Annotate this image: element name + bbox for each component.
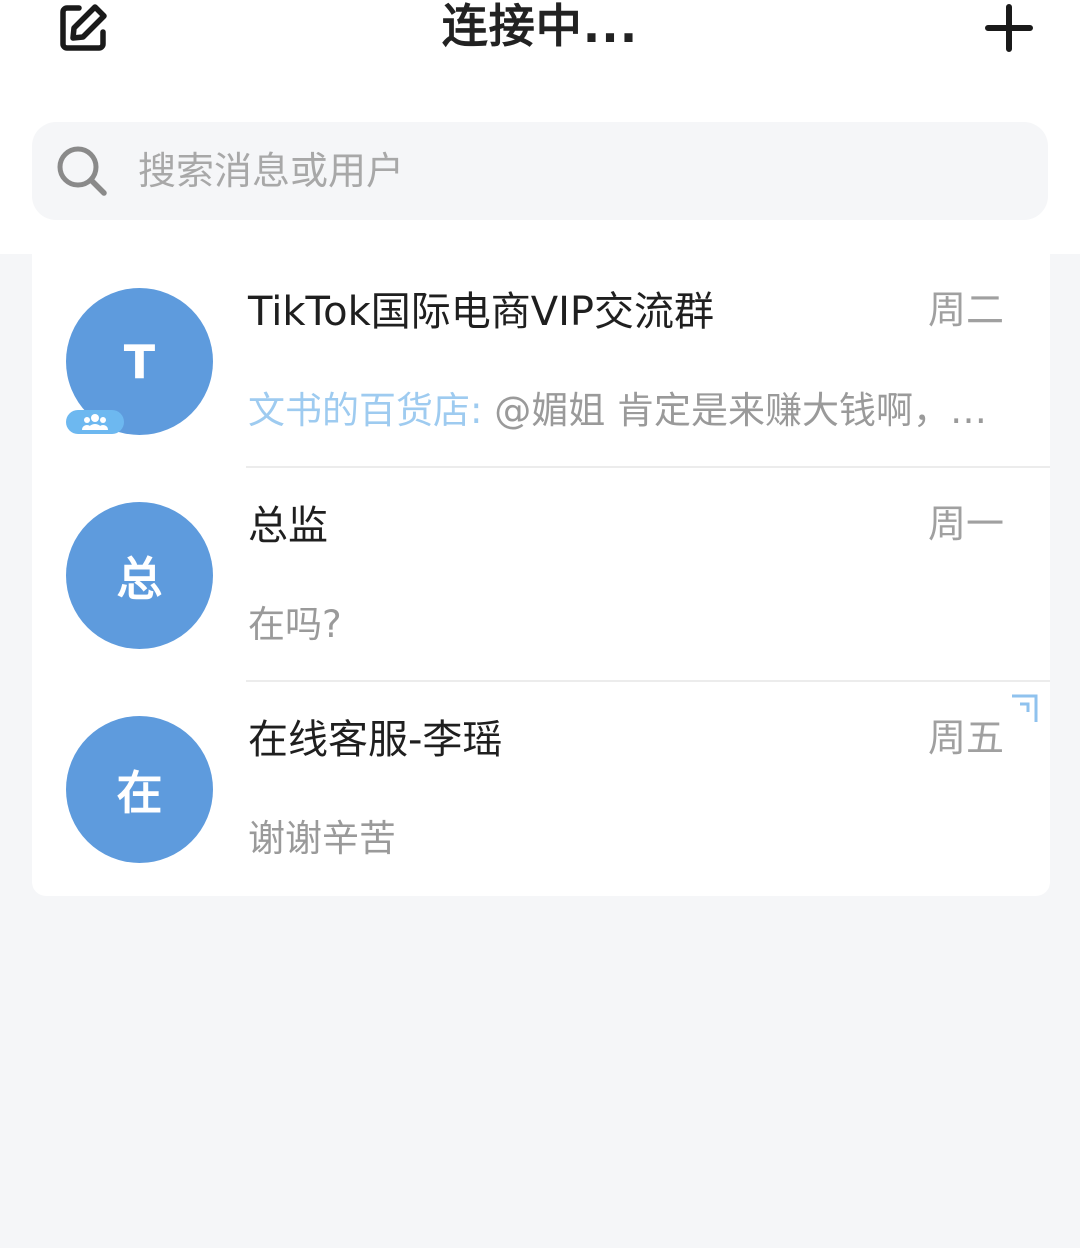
top-bar: 连接中... [0, 0, 1080, 254]
avatar: 总 [66, 502, 213, 649]
search-input[interactable] [136, 148, 1000, 194]
chat-time: 周二 [927, 288, 1004, 332]
chat-row-support[interactable]: 在 在线客服-李瑶 周五 谢谢辛苦 [32, 682, 1050, 896]
sender-name: 文书的百货店: [248, 389, 483, 432]
page-title: 连接中... [441, 0, 639, 53]
chat-preview: 文书的百货店: @媚姐 肯定是来赚大钱啊，… [248, 386, 1008, 436]
pin-corner-icon [1012, 694, 1038, 722]
message-text: 谢谢辛苦 [248, 817, 396, 860]
plus-icon [985, 4, 1033, 52]
chat-name: 在线客服-李瑶 [248, 717, 503, 763]
search-icon [54, 143, 110, 199]
group-badge [66, 410, 124, 434]
chat-name: TikTok国际电商VIP交流群 [248, 289, 715, 335]
chat-row-director[interactable]: 总 总监 周一 在吗? [32, 468, 1050, 682]
message-text: 在吗? [248, 603, 342, 646]
message-text: @媚姐 肯定是来赚大钱啊，… [482, 389, 987, 432]
chat-time: 周一 [927, 502, 1004, 546]
chat-preview: 谢谢辛苦 [248, 814, 1008, 864]
group-icon [82, 414, 108, 430]
search-bar[interactable] [32, 122, 1048, 220]
chat-preview: 在吗? [248, 600, 1008, 650]
add-button[interactable] [980, 0, 1038, 56]
avatar: 在 [66, 716, 213, 863]
chat-list: T TikTok国际电商VIP交流群 周二 文书的百货店: @媚姐 肯定是来赚大… [32, 254, 1050, 896]
chat-name: 总监 [248, 503, 328, 549]
chat-time: 周五 [927, 716, 1004, 760]
chat-row-tiktok-group[interactable]: T TikTok国际电商VIP交流群 周二 文书的百货店: @媚姐 肯定是来赚大… [32, 254, 1050, 468]
